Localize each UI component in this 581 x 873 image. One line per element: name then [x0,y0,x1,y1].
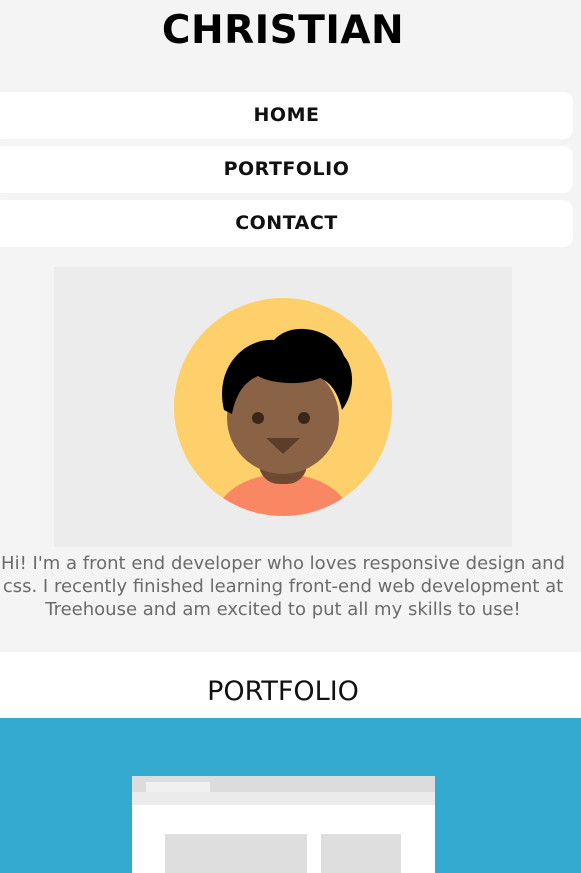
site-title: CHRISTIAN [161,8,405,53]
mock-sidebar-block [321,834,401,873]
avatar-panel [54,267,512,547]
bio-line-2: css. I recently finished learning front-… [2,576,564,597]
nav-home-link[interactable]: HOME [0,92,573,139]
page: CHRISTIAN HOME PORTFOLIO CONTACT Hi! I'm… [0,0,581,873]
portfolio-banner [0,718,581,873]
main-nav: HOME PORTFOLIO CONTACT [0,92,573,254]
browser-window-icon [132,776,435,873]
mock-content-block [165,834,307,873]
person-avatar-icon [174,298,392,516]
browser-toolbar [132,792,435,805]
browser-tab [146,782,210,792]
bio-line-1: Hi! I'm a front end developer who loves … [1,553,565,574]
nav-portfolio-link[interactable]: PORTFOLIO [0,146,573,193]
bio-line-3: Treehouse and am excited to put all my s… [45,599,521,620]
nav-contact-link[interactable]: CONTACT [0,200,573,247]
bio-text: Hi! I'm a front end developer who loves … [0,552,581,621]
portfolio-heading: PORTFOLIO [207,676,359,707]
